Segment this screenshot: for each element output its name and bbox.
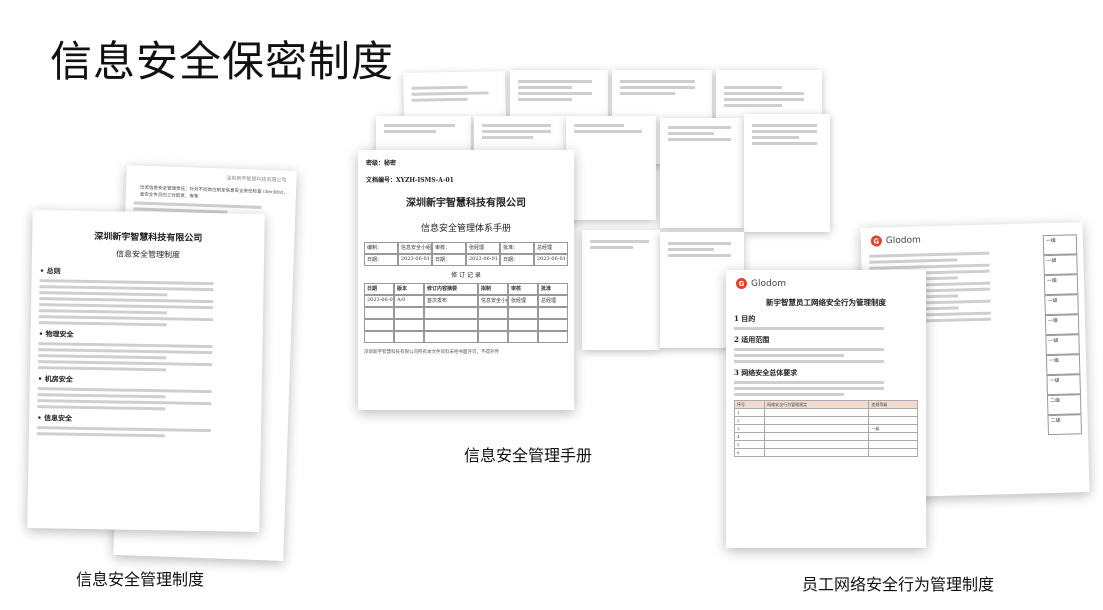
policy-company: 深圳新宇智慧科技有限公司 [94,232,203,244]
manual-rev-cell: 张经理 [508,295,538,307]
manual-cell: 2023-06-01 [534,254,568,266]
glodom-brand: Glodom [885,234,921,246]
manual-cell: 2023-06-01 [466,254,500,266]
manual-record-title: 修 订 记 录 [451,272,481,279]
behavior-row-no: 5 [733,440,766,449]
behavior-row-no: 6 [733,448,766,457]
level-cell: 二级 [1046,394,1082,416]
level-cell: 一级 [1042,234,1078,256]
manual-rev-header: 版本 [394,283,424,295]
manual-rev-header: 日期 [364,283,394,295]
level-cell: 一级 [1045,334,1080,356]
manual-rev-header: 审核 [508,283,538,295]
policy-doc-front: 深圳新宇智慧科技有限公司 信息安全管理制度 • 总则 • 物理安全 • 机房安全… [27,209,265,533]
policy-section: • 机房安全 [37,374,73,384]
caption-behavior: 员工网络安全行为管理制度 [802,575,995,594]
manual-rev-cell: 首次发布 [424,295,478,307]
manual-cell: 日期： [500,254,534,266]
manual-secret: 密级：秘密 [366,160,397,167]
behavior-row-no: 4 [733,432,766,441]
behavior-level: 一级 [868,424,918,433]
manual-rev-header: 修订内容摘要 [424,283,478,295]
manual-doc: 密级：秘密 文档编号：XYZH-ISMS-A-01 深圳新宇智慧科技有限公司 信… [358,150,574,410]
thumb-page-9 [744,114,830,232]
back-doc-header: 深圳新宇智慧科技有限公司 [226,175,287,184]
level-cell: 一级 [1046,374,1081,396]
caption-manual: 信息安全管理手册 [464,446,593,465]
behavior-doc: G Glodom 新宇智慧员工网络安全行为管理制度 1 目的 2 适用范围 3 … [726,270,926,548]
thumb-page-7 [566,116,656,220]
behavior-table-header: 序号 [733,400,766,409]
level-cell: 一级 [1043,254,1078,276]
manual-cell: 日期： [364,254,398,266]
thumb-page-8 [660,118,744,228]
glodom-logo-icon: G [870,235,882,247]
behavior-table-header: 网络安全行为管理规定 [764,400,870,409]
manual-rev-cell: 总经理 [538,295,568,307]
level-cell: 一级 [1044,314,1080,336]
manual-cell: 日期： [432,254,466,266]
policy-section: • 总则 [39,266,61,276]
manual-rev-cell: A/0 [394,295,424,307]
glodom-logo-icon: G [736,278,747,289]
manual-doc-no: 文档编号：XYZH-ISMS-A-01 [366,177,454,184]
policy-subtitle: 信息安全管理制度 [115,249,181,260]
behavior-section: 2 适用范围 [734,335,770,344]
policy-section: • 物理安全 [38,329,74,339]
manual-rev-header: 拟制 [478,283,508,295]
policy-section: • 信息安全 [37,413,73,423]
manual-cell: 批准： [500,242,534,254]
thumb-page-10 [582,230,660,350]
behavior-brand: Glodom [751,278,786,289]
manual-rev-header: 批准 [538,283,568,295]
level-cell: 一级 [1045,354,1081,376]
manual-cell: 总经理 [534,242,568,254]
manual-rev-cell: 2023-06-01 [364,295,394,307]
page-title: 信息安全保密制度 [50,37,395,86]
manual-cell: 2023-06-01 [398,254,432,266]
level-cell: 二级 [1047,414,1082,436]
manual-cell: 编制： [364,242,398,254]
manual-cell: 信息安全小组 [398,242,432,254]
behavior-section: 3 网络安全总体要求 [734,368,798,377]
manual-rev-cell: 信息安全小组 [478,295,508,307]
level-cell: 一级 [1044,294,1079,316]
behavior-title: 新宇智慧员工网络安全行为管理制度 [766,298,886,307]
level-cell: 一级 [1043,274,1079,296]
behavior-table: 序号 网络安全行为管理规定 违规等级 1 2 3 一级 4 5 6 [733,400,918,457]
behavior-row-no: 2 [733,416,766,425]
manual-cell: 审核： [432,242,466,254]
behavior-table-header: 违规等级 [868,400,918,409]
manual-title: 信息安全管理体系手册 [420,224,511,234]
behavior-section: 1 目的 [734,314,756,323]
manual-cell: 张经理 [466,242,500,254]
manual-company: 深圳新宇智慧科技有限公司 [406,198,526,209]
behavior-row-no: 1 [733,408,766,417]
manual-footer: 深圳新宇智慧科技有限公司所有本文件资料未经书面许可，不得外传 [364,350,499,355]
caption-policy: 信息安全管理制度 [76,570,205,589]
behavior-row-no: 3 [733,424,766,433]
behavior-logo: G Glodom [736,278,916,289]
